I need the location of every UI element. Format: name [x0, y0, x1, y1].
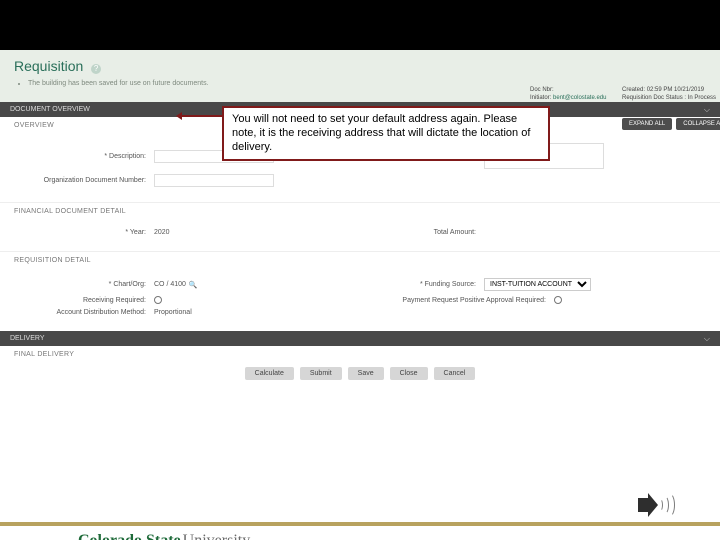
subsection-final-delivery: FINAL DELIVERY [0, 346, 720, 361]
label-receiving-required: Receiving Required: [14, 297, 154, 304]
slide-footer: Colorado StateUniversity [0, 522, 720, 526]
label-total-amount: Total Amount: [344, 229, 484, 236]
label-org-doc-num: Organization Document Number: [14, 177, 154, 184]
lookup-icon[interactable]: 🔍 [189, 281, 198, 289]
chevron-down-icon: ⌵ [704, 105, 710, 115]
subsection-requisition-detail: REQUISITION DETAIL [0, 252, 720, 267]
year-value: 2020 [154, 229, 170, 236]
submit-button[interactable]: Submit [300, 367, 342, 380]
top-black-strip [0, 0, 720, 50]
cancel-button[interactable]: Cancel [434, 367, 476, 380]
org-doc-num-input[interactable] [154, 174, 274, 187]
page-title: Requisition ? [14, 58, 706, 74]
brand-colorado-state: Colorado State [78, 532, 181, 540]
doc-meta-right: Created: 02:59 PM 10/21/2019 Requisition… [622, 86, 716, 103]
instruction-callout: You will not need to set your default ad… [222, 106, 550, 161]
funding-source-select[interactable]: INST-TUITION ACCOUNT [484, 278, 591, 291]
page-title-text: Requisition [14, 58, 83, 74]
payment-req-radio[interactable] [554, 296, 562, 304]
subsection-financial-detail: FINANCIAL DOCUMENT DETAIL [0, 203, 720, 218]
callout-arrow-icon [178, 115, 222, 117]
collapse-all-button[interactable]: COLLAPSE ALL [676, 118, 720, 130]
save-button[interactable]: Save [348, 367, 384, 380]
initiator-link[interactable]: bent@colostate.edu [553, 95, 606, 101]
help-icon[interactable]: ? [91, 64, 101, 74]
action-buttons: Calculate Submit Save Close Cancel [0, 361, 720, 402]
chart-org-value: CO / 4100 [154, 281, 186, 288]
section-delivery[interactable]: DELIVERY ⌵ [0, 331, 720, 346]
adm-value: Proportional [154, 309, 192, 316]
receiving-required-radio[interactable] [154, 296, 162, 304]
calculate-button[interactable]: Calculate [245, 367, 294, 380]
label-payment-req: Payment Request Positive Approval Requir… [344, 297, 554, 304]
doc-meta: Doc Nbr: Initiator: bent@colostate.edu [530, 86, 606, 103]
label-chart-org: Chart/Org: [14, 281, 154, 288]
label-adm: Account Distribution Method: [14, 309, 154, 316]
gold-line [0, 522, 720, 526]
brand-university: University [183, 532, 251, 540]
label-funding-source: Funding Source: [344, 281, 484, 288]
label-description: Description: [14, 153, 154, 160]
page-header: Requisition ? The building has been save… [0, 50, 720, 102]
chevron-down-icon: ⌵ [704, 334, 710, 344]
expand-all-button[interactable]: EXPAND ALL [622, 118, 672, 130]
speaker-icon [636, 490, 680, 522]
close-button[interactable]: Close [390, 367, 428, 380]
label-year: Year: [14, 229, 154, 236]
